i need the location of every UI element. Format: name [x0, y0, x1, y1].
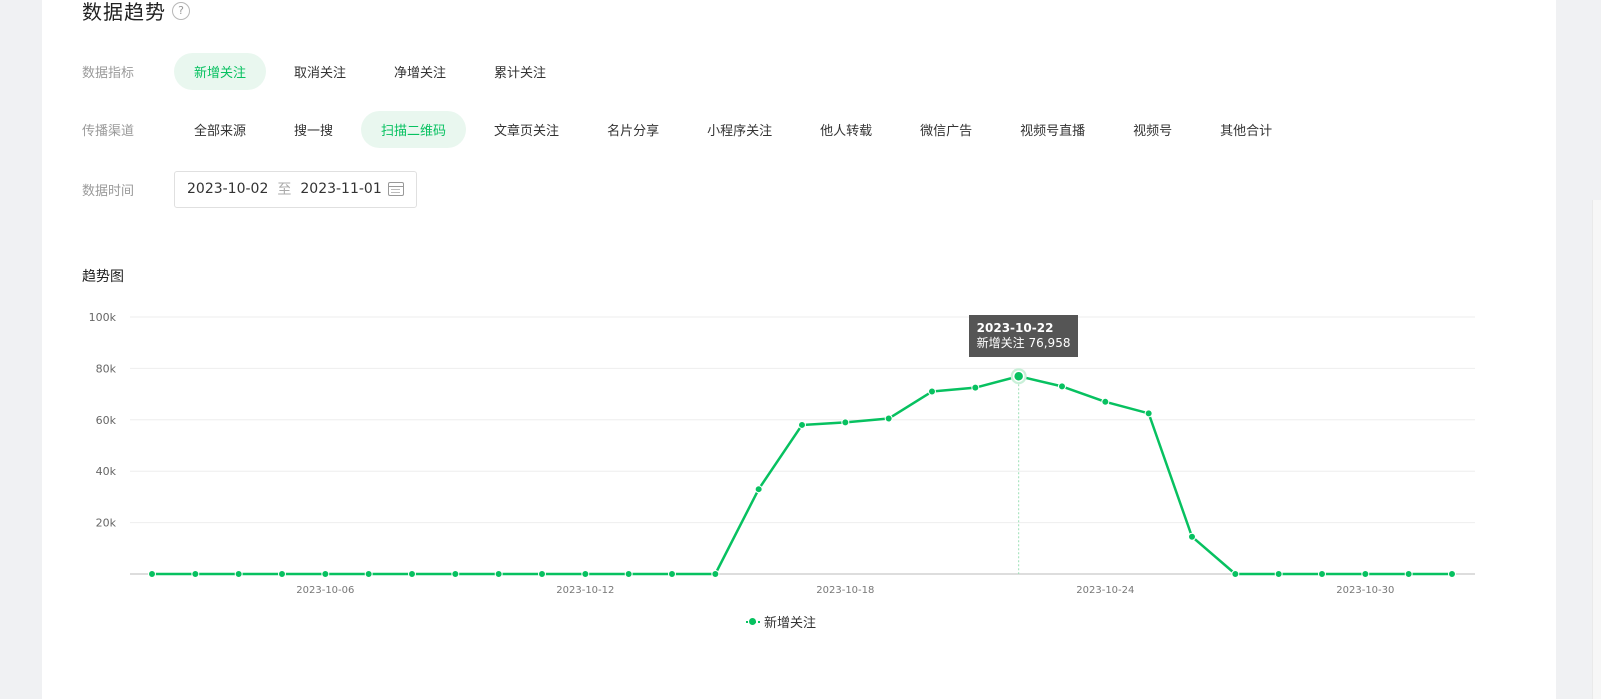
data-point: [1101, 397, 1110, 406]
data-point: [711, 570, 720, 578]
x-tick-label: 2023-10-06: [296, 585, 354, 596]
page-scrollbar[interactable]: [1592, 200, 1601, 699]
y-tick-label: 60k: [96, 414, 117, 427]
y-tick-label: 100k: [89, 311, 117, 324]
data-point: [364, 570, 373, 578]
data-point: [1361, 570, 1370, 578]
data-point: [1274, 570, 1283, 578]
data-point: [884, 414, 893, 423]
chart-legend[interactable]: 新增关注: [746, 612, 816, 631]
data-point: [971, 383, 980, 392]
data-point: [754, 485, 763, 494]
data-point: [1231, 570, 1240, 578]
data-point: [191, 570, 200, 578]
chart-tooltip: 2023-10-22 新增关注 76,958: [968, 315, 1079, 358]
x-tick-label: 2023-10-30: [1336, 585, 1394, 596]
legend-label: 新增关注: [764, 616, 817, 631]
tooltip-value: 新增关注 76,958: [976, 336, 1071, 351]
data-point: [1448, 570, 1456, 578]
data-point: [1188, 532, 1196, 541]
data-point: [451, 570, 460, 578]
data-point: [1144, 409, 1153, 418]
data-point: [1058, 382, 1066, 391]
tooltip-date: 2023-10-22: [976, 321, 1054, 336]
y-tick-label: 40k: [96, 465, 117, 478]
data-point: [1404, 570, 1413, 578]
data-trend-card: 数据趋势 ? 数据指标 新增关注 取消关注 净增关注 累计关注 传播渠道 全部来源 搜一…: [42, 0, 1556, 699]
series-line: [152, 374, 1452, 576]
data-point: [798, 420, 806, 429]
data-point: [581, 570, 590, 578]
data-point-highlight: [1012, 370, 1025, 382]
x-tick-label: 2023-10-24: [1076, 585, 1134, 596]
y-tick-label: 80k: [96, 362, 117, 375]
data-point: [841, 418, 850, 427]
data-point: [624, 570, 633, 578]
data-point: [278, 570, 286, 578]
data-point: [234, 570, 243, 578]
data-point: [668, 570, 676, 578]
data-point: [321, 570, 330, 578]
x-tick-label: 2023-10-18: [816, 585, 874, 596]
data-point: [494, 570, 503, 578]
trend-chart[interactable]: 20k 40k 60k 80k 100k 2023-10-06 2023-10-12 2023…: [42, 0, 1556, 699]
data-point: [538, 570, 546, 578]
data-point: [1318, 570, 1326, 578]
data-point: [148, 570, 156, 578]
y-tick-label: 20k: [96, 517, 117, 530]
legend-marker-icon: [746, 617, 760, 627]
data-point: [928, 387, 936, 396]
x-tick-label: 2023-10-12: [556, 585, 614, 596]
data-point: [408, 570, 416, 578]
